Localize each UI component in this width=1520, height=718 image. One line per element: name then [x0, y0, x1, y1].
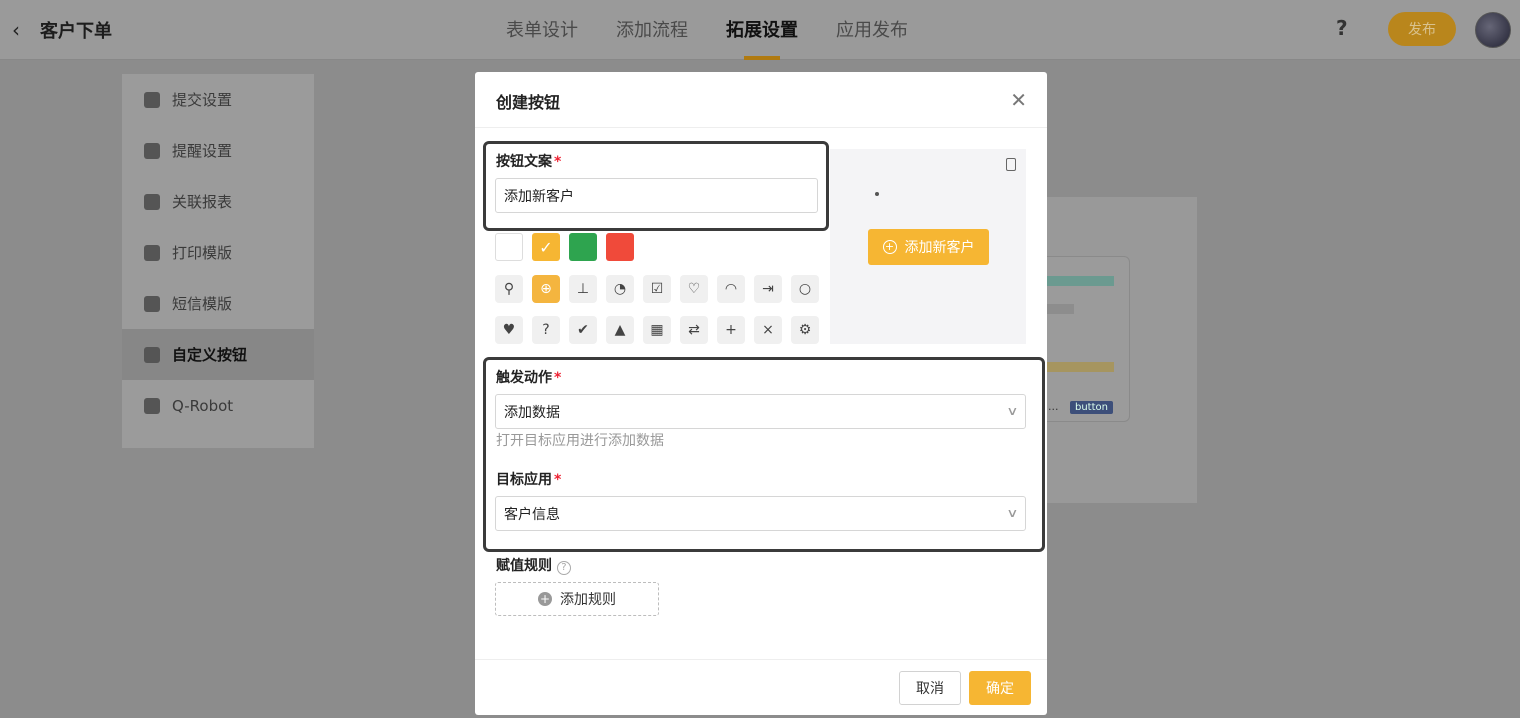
- dialog-title: 创建按钮: [496, 93, 561, 112]
- tab-add-flow[interactable]: 添加流程: [616, 16, 688, 60]
- tab-app-publish[interactable]: 应用发布: [836, 16, 908, 60]
- stamp-icon[interactable]: ⊥: [569, 275, 597, 303]
- search-icon[interactable]: ○: [791, 275, 819, 303]
- wrench-icon[interactable]: ⚲: [495, 275, 523, 303]
- top-tabs: 表单设计 添加流程 拓展设置 应用发布: [506, 16, 946, 60]
- publish-button[interactable]: 发布: [1388, 12, 1456, 46]
- bell-icon: [144, 142, 160, 159]
- background-button-tag: button: [1070, 401, 1113, 414]
- button-preview: + 添加新客户: [830, 149, 1026, 344]
- chevron-down-icon: ∨: [1006, 404, 1019, 418]
- help-icon[interactable]: ?: [1336, 16, 1348, 40]
- dialog-header: 创建按钮 ✕: [475, 72, 1047, 128]
- app-title: 客户下单: [40, 21, 112, 42]
- chevron-down-icon: ∨: [1006, 506, 1019, 520]
- target-app-label: 目标应用 *: [496, 472, 562, 488]
- export-icon[interactable]: ⇥: [754, 275, 782, 303]
- plus-circle-icon: +: [538, 592, 552, 606]
- background-dots: ...: [1048, 400, 1059, 413]
- confirm-button[interactable]: 确定: [969, 671, 1031, 705]
- mobile-device-icon[interactable]: [1006, 158, 1016, 171]
- settings-icon[interactable]: ⚙: [791, 316, 819, 344]
- help-circle-icon[interactable]: ?: [556, 561, 571, 575]
- printer-icon: [144, 244, 160, 261]
- check-circle-icon[interactable]: ✔: [569, 316, 597, 344]
- robot-icon: [144, 397, 160, 414]
- preview-button: + 添加新客户: [868, 229, 989, 265]
- sidebar-item-related-reports[interactable]: 关联报表: [122, 176, 314, 227]
- exchange-icon[interactable]: ⇄: [680, 316, 708, 344]
- add-rule-button[interactable]: + 添加规则: [495, 582, 659, 616]
- cancel-button[interactable]: 取消: [899, 671, 961, 705]
- dialog-footer: 取消 确定: [475, 659, 1047, 715]
- background-bar: [1046, 362, 1114, 372]
- sidebar-item-print-template[interactable]: 打印模版: [122, 227, 314, 278]
- plus-circle-icon[interactable]: ⊕: [532, 275, 560, 303]
- sidebar-item-sms-template[interactable]: 短信模版: [122, 278, 314, 329]
- plus-circle-icon: +: [882, 240, 897, 254]
- trigger-action-select[interactable]: 添加数据 ∨: [495, 394, 1026, 429]
- background-bar: [1046, 304, 1074, 314]
- sidebar-item-reminder-settings[interactable]: 提醒设置: [122, 125, 314, 176]
- color-swatch-red[interactable]: [606, 233, 634, 261]
- sidebar-item-submit-settings[interactable]: 提交设置: [122, 74, 314, 125]
- edit-icon[interactable]: ☑: [643, 275, 671, 303]
- settings-sidebar: 提交设置 提醒设置 关联报表 打印模版 短信模版 自定义按钮 Q-Robot: [122, 74, 314, 448]
- chevron-left-icon[interactable]: ‹: [12, 18, 20, 42]
- add-circle-icon[interactable]: +: [717, 316, 745, 344]
- question-icon[interactable]: ?: [532, 316, 560, 344]
- background-bar: [1046, 276, 1114, 286]
- message-icon: [144, 295, 160, 312]
- close-circle-icon[interactable]: ×: [754, 316, 782, 344]
- color-swatch-orange[interactable]: ✓: [532, 233, 560, 261]
- tab-extension-settings[interactable]: 拓展设置: [726, 16, 798, 60]
- trigger-action-hint: 打开目标应用进行添加数据: [496, 433, 664, 449]
- preview-dot: [875, 192, 879, 196]
- button-icon: [144, 346, 160, 363]
- pie-chart-icon[interactable]: ◔: [606, 275, 634, 303]
- target-app-select[interactable]: 客户信息 ∨: [495, 496, 1026, 531]
- button-text-label: 按钮文案 *: [496, 154, 562, 170]
- tab-form-design[interactable]: 表单设计: [506, 16, 578, 60]
- button-text-input[interactable]: 添加新客户: [495, 178, 818, 213]
- loading-icon[interactable]: ◠: [717, 275, 745, 303]
- heart-outline-icon[interactable]: ♡: [680, 275, 708, 303]
- trigger-action-label: 触发动作 *: [496, 370, 562, 386]
- heart-icon[interactable]: ♥: [495, 316, 523, 344]
- avatar[interactable]: [1475, 12, 1511, 48]
- report-icon: [144, 193, 160, 210]
- sidebar-item-q-robot[interactable]: Q-Robot: [122, 380, 314, 431]
- sidebar-item-custom-button[interactable]: 自定义按钮: [122, 329, 314, 380]
- assign-rules-label: 赋值规则 ?: [496, 555, 571, 575]
- color-swatch-white[interactable]: [495, 233, 523, 261]
- color-swatch-green[interactable]: [569, 233, 597, 261]
- create-button-dialog: 创建按钮 ✕ 按钮文案 * 添加新客户 ✓ ⚲ ⊕ ⊥ ◔ ☑ ♡ ◠ ⇥ ○ ♥…: [475, 72, 1047, 715]
- close-icon[interactable]: ✕: [1010, 88, 1027, 112]
- report-icon[interactable]: ▦: [643, 316, 671, 344]
- send-icon: [144, 91, 160, 108]
- stamp-solid-icon[interactable]: ▲: [606, 316, 634, 344]
- top-bar: ‹ 客户下单 表单设计 添加流程 拓展设置 应用发布 ? 发布: [0, 0, 1520, 60]
